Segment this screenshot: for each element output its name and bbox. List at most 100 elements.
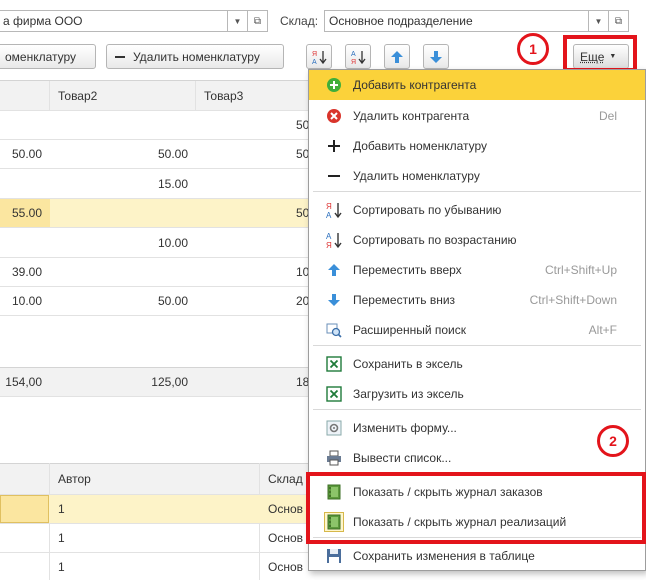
warehouse-cell[interactable]: Основ [268, 495, 303, 523]
remove-nomenclature-button[interactable]: Удалить номенклатуру [106, 44, 284, 69]
journal-table[interactable]: Автор Склад 1 Основ 1 Основ 1 Основ [0, 463, 318, 580]
arrow-up-icon [324, 260, 344, 280]
table-row[interactable]: 10.00 [0, 229, 318, 258]
organization-value: а фирма ООО [3, 14, 83, 28]
column-header[interactable]: Товар2 [58, 81, 97, 110]
open-icon[interactable]: ⧉ [608, 11, 628, 31]
table-row[interactable]: 50 [0, 111, 318, 140]
move-down-button[interactable] [423, 44, 449, 69]
table-header: Товар2 Товар3 [0, 81, 318, 111]
sort-asc-button[interactable]: АЯ [345, 44, 371, 69]
table-cell[interactable] [50, 258, 196, 286]
warehouse-field[interactable]: Основное подразделение ▼ ⧉ [324, 10, 629, 32]
table-row[interactable]: 55.00 50 [0, 199, 318, 229]
svg-text:А: А [326, 211, 332, 219]
table-cell[interactable]: 10.00 [0, 287, 50, 315]
author-cell[interactable]: 1 [58, 495, 65, 523]
warehouse-label: Склад: [280, 14, 319, 28]
table-cell[interactable] [0, 553, 49, 580]
red-x-circle-icon [324, 106, 344, 126]
table-cell[interactable]: 50.00 [0, 140, 50, 168]
annotation-badge-1: 1 [517, 33, 549, 65]
warehouse-cell[interactable]: Основ [268, 524, 303, 552]
menu-item[interactable]: А Я Сортировать по возрастанию [309, 225, 645, 255]
annotation-badge-2: 2 [597, 425, 629, 457]
menu-item[interactable]: Удалить номенклатуру [309, 161, 645, 191]
goods-table[interactable]: Товар2 Товар3 50 50.00 50.00 50 15.00 55.00 50… [0, 80, 318, 397]
total-cell: 125,00 [151, 375, 188, 389]
table-cell[interactable] [50, 111, 196, 139]
sort-desc-button[interactable]: ЯА [306, 44, 332, 69]
table-cell[interactable] [0, 170, 50, 198]
move-up-button[interactable] [384, 44, 410, 69]
table-cell[interactable] [0, 229, 50, 257]
print-list-icon [324, 448, 344, 468]
svg-text:Я: Я [312, 51, 317, 58]
search-icon [324, 320, 344, 340]
table-row[interactable]: 1 Основ [0, 524, 318, 553]
table-cell[interactable] [0, 111, 50, 139]
table-header: Автор Склад [0, 463, 318, 495]
column-header[interactable]: Автор [58, 464, 91, 494]
author-cell[interactable]: 1 [58, 553, 65, 580]
menu-item-label: Добавить номенклатуру [353, 139, 488, 153]
menu-item[interactable]: Переместить вниз Ctrl+Shift+Down [309, 285, 645, 315]
table-row[interactable]: 50.00 50.00 50 [0, 140, 318, 170]
open-icon[interactable]: ⧉ [247, 11, 267, 31]
table-cell[interactable]: 55.00 [0, 199, 50, 228]
excel-icon [324, 354, 344, 374]
warehouse-cell[interactable]: Основ [268, 553, 303, 580]
menu-item[interactable]: Загрузить из эксель [309, 379, 645, 409]
menu-item-label: Изменить форму... [353, 421, 457, 435]
menu-item-label: Сортировать по убыванию [353, 203, 502, 217]
green-plus-circle-icon [324, 75, 344, 95]
total-cell: 154,00 [5, 375, 42, 389]
svg-text:А: А [351, 51, 356, 58]
table-cell[interactable] [0, 524, 49, 552]
menu-item[interactable]: Сохранить в эксель [309, 349, 645, 379]
annotation-box-more [563, 35, 637, 72]
menu-item-label: Загрузить из эксель [353, 387, 464, 401]
table-cell[interactable]: 10.00 [50, 229, 196, 257]
sort-desc-icon: ЯА [324, 200, 344, 220]
menu-item[interactable]: Добавить контрагента [309, 70, 645, 100]
svg-text:Я: Я [351, 59, 356, 65]
arrow-down-icon [324, 290, 344, 310]
column-header[interactable]: Товар3 [204, 81, 243, 110]
table-cell[interactable] [0, 495, 49, 523]
table-cell[interactable] [50, 199, 196, 227]
menu-item[interactable]: Добавить номенклатуру [309, 131, 645, 161]
add-nomenclature-button[interactable]: оменклатуру [0, 44, 96, 69]
organization-field[interactable]: а фирма ООО ▼ ⧉ [0, 10, 268, 32]
table-cell[interactable]: 50.00 [50, 287, 196, 315]
table-cell[interactable]: 39.00 [0, 258, 50, 286]
column-header[interactable]: Склад [268, 464, 303, 494]
menu-item-shortcut: Del [598, 109, 617, 123]
chevron-down-icon[interactable]: ▼ [588, 11, 608, 31]
menu-item-label: Сохранить в эксель [353, 357, 463, 371]
table-row[interactable]: 1 Основ [0, 553, 318, 580]
menu-item[interactable]: Изменить форму... [309, 413, 645, 443]
sort-asc-icon: АЯ [351, 50, 366, 65]
author-cell[interactable]: 1 [58, 524, 65, 552]
menu-separator [313, 409, 641, 410]
table-cell[interactable]: 50.00 [50, 140, 196, 168]
menu-item[interactable]: Расширенный поиск Alt+F [309, 315, 645, 345]
table-cell[interactable]: 15.00 [50, 170, 196, 198]
chevron-down-icon[interactable]: ▼ [227, 11, 247, 31]
form-settings-icon [324, 418, 344, 438]
menu-item[interactable]: Удалить контрагента Del [309, 101, 645, 131]
menu-item-shortcut: Ctrl+Shift+Up [544, 263, 617, 277]
menu-item[interactable]: Вывести список... [309, 443, 645, 473]
menu-item[interactable]: Я А Сортировать по убыванию [309, 195, 645, 225]
annotation-box-journals [306, 472, 646, 544]
excel-icon [324, 384, 344, 404]
table-row[interactable]: 10.00 50.00 20 [0, 287, 318, 317]
table-row[interactable]: 1 Основ [0, 495, 318, 524]
menu-separator [313, 345, 641, 346]
menu-item[interactable]: Сохранить изменения в таблице [309, 541, 645, 571]
table-row[interactable]: 15.00 [0, 170, 318, 199]
menu-item-label: Расширенный поиск [353, 323, 466, 337]
menu-item[interactable]: Переместить вверх Ctrl+Shift+Up [309, 255, 645, 285]
table-row[interactable]: 39.00 10 [0, 258, 318, 287]
